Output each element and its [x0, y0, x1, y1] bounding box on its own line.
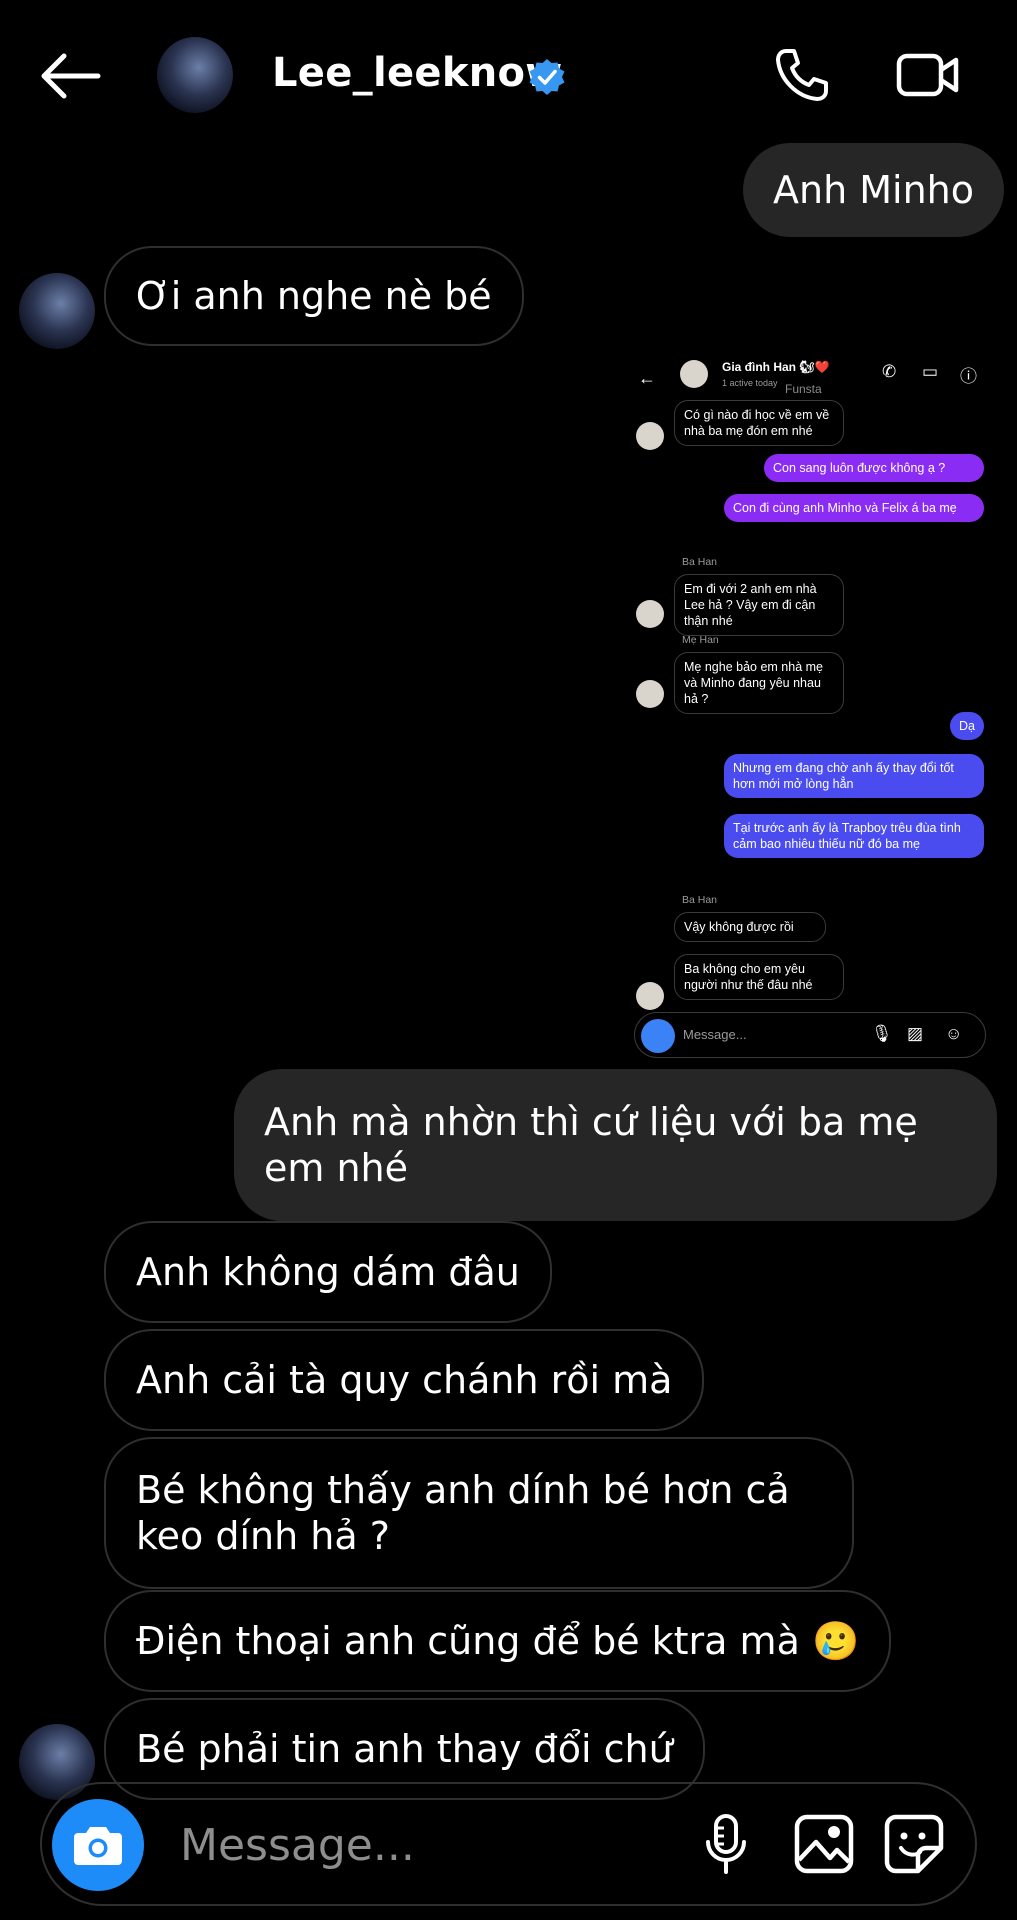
shot-group-title: Gia đình Han — [722, 360, 797, 374]
shot-message: Dạ — [950, 712, 984, 740]
microphone-icon[interactable] — [694, 1812, 758, 1876]
shot-active-status: 1 active today — [722, 378, 778, 388]
contact-avatar-small[interactable] — [19, 273, 95, 349]
shot-info-icon: ⓘ — [960, 367, 977, 386]
shot-message: Con sang luôn được không ạ ? — [764, 454, 984, 482]
video-camera-icon[interactable] — [896, 48, 960, 102]
message-composer — [40, 1782, 977, 1906]
shot-message: Mẹ nghe bảo em nhà mẹ và Minho đang yêu … — [674, 652, 844, 714]
camera-icon — [74, 1827, 122, 1865]
shot-message: Nhưng em đang chờ anh ấy thay đổi tốt hơ… — [724, 754, 984, 798]
message-bubble-outgoing[interactable]: Anh mà nhờn thì cứ liệu với ba mẹ em nhé — [234, 1069, 997, 1221]
shot-message: Con đi cùng anh Minho và Felix á ba mẹ — [724, 494, 984, 522]
message-input[interactable] — [178, 1814, 682, 1876]
shot-avatar — [636, 680, 664, 708]
shot-funsta-label: Funsta — [785, 382, 822, 396]
shot-title-emoji: 🐿❤️ — [799, 360, 830, 374]
phone-icon[interactable] — [772, 45, 832, 105]
camera-button[interactable] — [52, 1799, 144, 1891]
shot-gallery-icon: ▨ — [907, 1024, 924, 1043]
contact-avatar[interactable] — [157, 37, 233, 113]
message-bubble-incoming[interactable]: Anh không dám đâu — [104, 1221, 552, 1323]
message-bubble-incoming[interactable]: Ơi anh nghe nè bé — [104, 246, 524, 346]
chat-header: Lee_leeknow — [0, 0, 1017, 140]
message-text: Điện thoại anh cũng để bé ktra mà — [136, 1619, 800, 1663]
shot-group-avatar — [680, 360, 708, 388]
shot-avatar — [636, 600, 664, 628]
shot-message: Có gì nào đi học về em về nhà ba mẹ đón … — [674, 400, 844, 446]
message-bubble-incoming[interactable]: Anh cải tà quy chánh rồi mà — [104, 1329, 705, 1431]
message-bubble-incoming[interactable]: Bé không thấy anh dính bé hơn cả keo dín… — [104, 1437, 854, 1589]
shot-avatar — [636, 422, 664, 450]
back-arrow-icon[interactable] — [38, 50, 102, 102]
shot-back-icon: ← — [638, 368, 656, 388]
gallery-icon[interactable] — [792, 1812, 856, 1876]
shot-message: Em đi với 2 anh em nhà Lee hả ? Vậy em đ… — [674, 574, 844, 636]
shot-message: Vậy không được rồi — [674, 912, 826, 942]
shot-video-icon: ▭ — [922, 362, 939, 381]
sticker-icon[interactable] — [882, 1812, 946, 1876]
shot-sender-name: Mẹ Han — [682, 634, 719, 646]
verified-badge-icon — [529, 59, 565, 95]
message-bubble-outgoing[interactable]: Anh Minho — [743, 143, 1005, 237]
shot-sticker-icon: ☺ — [945, 1024, 963, 1043]
contact-username[interactable]: Lee_leeknow — [272, 50, 563, 96]
shot-avatar — [636, 982, 664, 1010]
shot-sender-name: Ba Han — [682, 894, 718, 906]
shot-camera-icon — [641, 1019, 675, 1053]
shot-sender-name: Ba Han — [682, 556, 718, 568]
shot-placeholder: Message... — [683, 1027, 747, 1042]
smiling-tear-emoji: 🥲 — [811, 1619, 860, 1663]
shared-screenshot-image[interactable]: ← Gia đình Han 🐿❤️ 1 active today Funsta… — [630, 350, 990, 1060]
shot-message-input: Message... 🎙 ▨ ☺ — [634, 1012, 986, 1058]
shot-phone-icon: ✆ — [882, 362, 897, 381]
message-bubble-incoming[interactable]: Điện thoại anh cũng để bé ktra mà 🥲 — [104, 1590, 892, 1692]
shot-message: Ba không cho em yêu người như thế đâu nh… — [674, 954, 844, 1000]
shot-message: Tại trước anh ấy là Trapboy trêu đùa tìn… — [724, 814, 984, 858]
shot-microphone-icon: 🎙 — [871, 1024, 893, 1043]
